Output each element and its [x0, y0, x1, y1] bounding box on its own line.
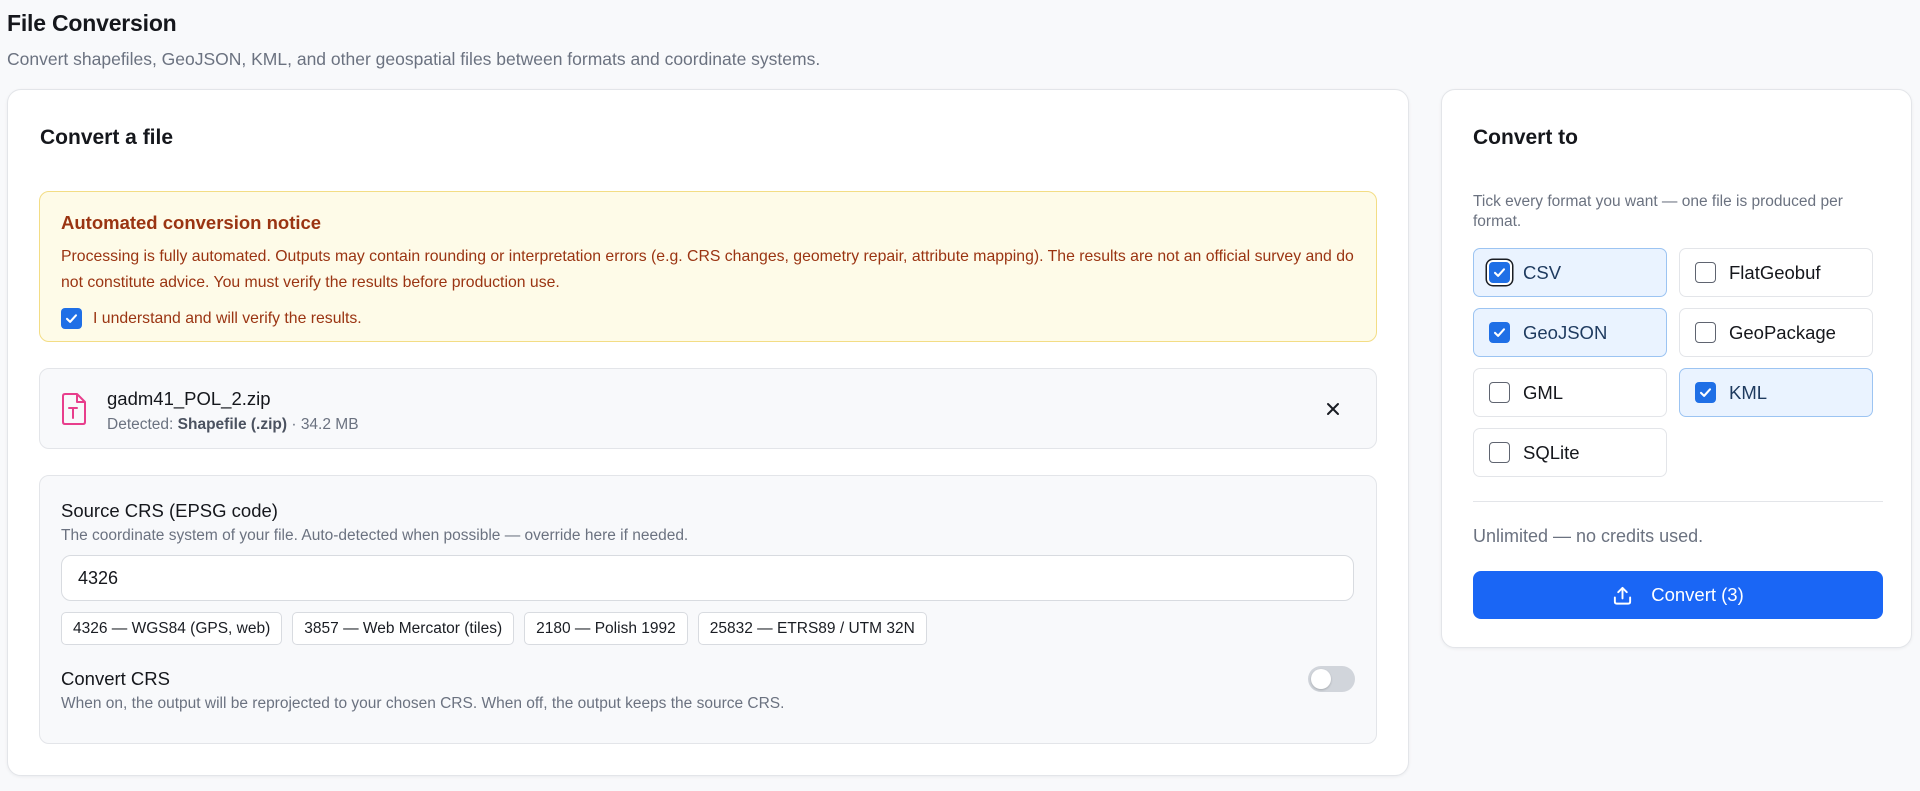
format-checkbox[interactable] — [1489, 382, 1510, 403]
convert-crs-toggle[interactable] — [1308, 666, 1355, 692]
format-label: FlatGeobuf — [1729, 261, 1821, 283]
format-checkbox[interactable] — [1695, 262, 1716, 283]
format-option-gml[interactable]: GML — [1473, 368, 1667, 417]
format-checkbox[interactable] — [1489, 442, 1510, 463]
format-label: CSV — [1523, 261, 1562, 283]
crs-presets: 4326 — WGS84 (GPS, web) 3857 — Web Merca… — [61, 612, 927, 645]
format-checkbox[interactable] — [1489, 262, 1510, 283]
detected-prefix: Detected: — [107, 416, 178, 433]
crs-preset-2180[interactable]: 2180 — Polish 1992 — [524, 612, 688, 645]
format-label: SQLite — [1523, 441, 1580, 463]
credits-status: Unlimited — no credits used. — [1473, 526, 1704, 546]
file-size: 34.2 MB — [300, 416, 359, 433]
source-crs-input[interactable] — [61, 555, 1354, 601]
check-icon — [1699, 388, 1712, 397]
ack-checkbox[interactable] — [61, 308, 82, 329]
close-icon[interactable] — [1324, 400, 1342, 418]
format-grid: CSV FlatGeobuf GeoJSON GeoPackage GML KM… — [1473, 248, 1873, 477]
format-label: GML — [1523, 381, 1564, 403]
format-option-geopackage[interactable]: GeoPackage — [1679, 308, 1873, 357]
crs-preset-25832[interactable]: 25832 — ETRS89 / UTM 32N — [697, 612, 927, 645]
toggle-knob — [1311, 669, 1331, 689]
detected-type: Shapefile (.zip) — [177, 416, 288, 433]
format-option-csv[interactable]: CSV — [1473, 248, 1667, 297]
crs-preset-4326[interactable]: 4326 — WGS84 (GPS, web) — [61, 612, 283, 645]
file-name: gadm41_POL_2.zip — [107, 388, 271, 409]
convert-crs-label: Convert CRS — [61, 668, 170, 689]
format-label: GeoJSON — [1523, 321, 1608, 343]
convert-crs-help: When on, the output will be reprojected … — [61, 695, 785, 712]
format-checkbox[interactable] — [1489, 322, 1510, 343]
divider — [1473, 501, 1883, 502]
format-label: KML — [1729, 381, 1768, 403]
meta-separator: · — [287, 416, 301, 433]
conversion-notice: Automated conversion notice Processing i… — [39, 191, 1377, 342]
format-option-geojson[interactable]: GeoJSON — [1473, 308, 1667, 357]
selected-file: gadm41_POL_2.zip Detected: Shapefile (.z… — [39, 368, 1377, 449]
check-icon — [65, 314, 78, 323]
source-crs-help: The coordinate system of your file. Auto… — [61, 527, 689, 544]
convert-button-label: Convert (3) — [1651, 584, 1744, 605]
convert-to-card: Convert to Tick every format you want — … — [1441, 89, 1912, 648]
format-option-flatgeobuf[interactable]: FlatGeobuf — [1679, 248, 1873, 297]
file-meta: Detected: Shapefile (.zip) · 34.2 MB — [107, 416, 359, 434]
format-option-sqlite[interactable]: SQLite — [1473, 428, 1667, 477]
convert-button[interactable]: Convert (3) — [1473, 571, 1883, 619]
file-type-icon — [62, 393, 86, 425]
format-checkbox[interactable] — [1695, 382, 1716, 403]
convert-file-card: Convert a file Automated conversion noti… — [7, 89, 1409, 776]
check-icon — [1493, 328, 1506, 337]
card-title: Convert to — [1473, 126, 1578, 149]
card-title: Convert a file — [40, 126, 174, 149]
notice-body: Processing is fully automated. Outputs m… — [61, 248, 1354, 291]
format-option-kml[interactable]: KML — [1679, 368, 1873, 417]
source-crs-label: Source CRS (EPSG code) — [61, 500, 278, 521]
check-icon — [1493, 268, 1506, 277]
page-title: File Conversion — [7, 10, 177, 36]
upload-icon — [1614, 586, 1632, 605]
ack-checkbox-row[interactable]: I understand and will verify the results… — [61, 308, 1355, 329]
format-label: GeoPackage — [1729, 321, 1836, 343]
format-checkbox[interactable] — [1695, 322, 1716, 343]
notice-title: Automated conversion notice — [61, 212, 322, 233]
page-header: File Conversion Convert shapefiles, GeoJ… — [7, 10, 820, 70]
crs-preset-3857[interactable]: 3857 — Web Mercator (tiles) — [292, 612, 515, 645]
ack-label: I understand and will verify the results… — [93, 309, 362, 327]
formats-help: Tick every format you want — one file is… — [1473, 193, 1843, 230]
page-subtitle: Convert shapefiles, GeoJSON, KML, and ot… — [7, 49, 821, 69]
crs-settings: Source CRS (EPSG code) The coordinate sy… — [39, 475, 1377, 744]
